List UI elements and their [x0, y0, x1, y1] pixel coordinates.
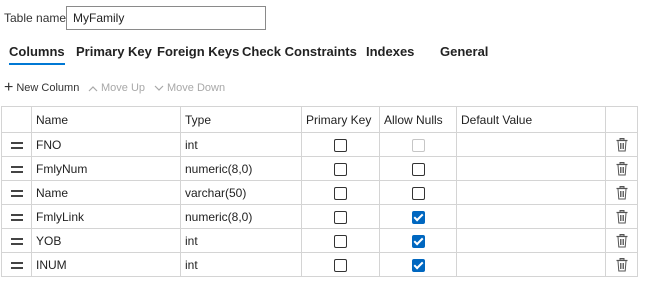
- column-type-cell[interactable]: int: [180, 132, 302, 157]
- column-name-cell[interactable]: YOB: [31, 228, 181, 253]
- default-value-cell[interactable]: [456, 252, 606, 277]
- allow-nulls-checkbox[interactable]: [411, 258, 425, 272]
- move-up-label: Move Up: [101, 82, 146, 94]
- tab-general[interactable]: General: [440, 44, 488, 59]
- column-name-cell[interactable]: INUM: [31, 252, 181, 277]
- delete-cell: [605, 204, 638, 229]
- tab-columns[interactable]: Columns: [9, 44, 65, 65]
- row-drag-handle[interactable]: [1, 252, 32, 277]
- table-name-label: Table name: [4, 11, 67, 25]
- grid-header-row: Name Type Primary Key Allow Nulls Defaul…: [1, 106, 638, 133]
- delete-cell: [605, 252, 638, 277]
- chevron-up-icon: [88, 85, 98, 91]
- delete-cell: [605, 228, 638, 253]
- primary-key-cell: [301, 252, 380, 277]
- column-name-cell[interactable]: FmlyNum: [31, 156, 181, 181]
- primary-key-cell: [301, 156, 380, 181]
- drag-handle-icon: [10, 141, 23, 149]
- primary-key-cell: [301, 228, 380, 253]
- column-type-cell[interactable]: int: [180, 252, 302, 277]
- primary-key-cell: [301, 180, 380, 205]
- header-actions: [605, 106, 638, 133]
- tab-primary-key[interactable]: Primary Key: [76, 44, 152, 59]
- table-row[interactable]: FmlyNum numeric(8,0): [1, 156, 638, 181]
- primary-key-checkbox[interactable]: [334, 210, 347, 224]
- header-allow-nulls[interactable]: Allow Nulls: [379, 106, 457, 133]
- allow-nulls-checkbox[interactable]: [411, 210, 425, 224]
- tab-check-constraints[interactable]: Check Constraints: [242, 44, 357, 59]
- primary-key-cell: [301, 132, 380, 157]
- trash-icon[interactable]: [616, 185, 628, 200]
- default-value-cell[interactable]: [456, 204, 606, 229]
- move-down-button[interactable]: Move Down: [154, 82, 225, 94]
- row-drag-handle[interactable]: [1, 204, 32, 229]
- move-up-button[interactable]: Move Up: [88, 82, 145, 94]
- primary-key-checkbox[interactable]: [334, 234, 347, 248]
- header-default-value[interactable]: Default Value: [456, 106, 606, 133]
- row-drag-handle[interactable]: [1, 228, 32, 253]
- column-name-cell[interactable]: FmlyLink: [31, 204, 181, 229]
- header-type[interactable]: Type: [180, 106, 302, 133]
- table-row[interactable]: YOB int: [1, 228, 638, 253]
- row-drag-handle[interactable]: [1, 156, 32, 181]
- allow-nulls-cell: [379, 204, 457, 229]
- delete-cell: [605, 156, 638, 181]
- allow-nulls-cell: [379, 132, 457, 157]
- header-handle: [1, 106, 32, 133]
- primary-key-cell: [301, 204, 380, 229]
- column-name-cell[interactable]: FNO: [31, 132, 181, 157]
- drag-handle-icon: [10, 237, 23, 245]
- drag-handle-icon: [10, 213, 23, 221]
- allow-nulls-checkbox[interactable]: [411, 234, 425, 248]
- allow-nulls-cell: [379, 252, 457, 277]
- default-value-cell[interactable]: [456, 180, 606, 205]
- table-row[interactable]: FNO int: [1, 132, 638, 157]
- column-type-cell[interactable]: numeric(8,0): [180, 204, 302, 229]
- drag-handle-icon: [10, 261, 23, 269]
- column-type-cell[interactable]: int: [180, 228, 302, 253]
- table-row[interactable]: Name varchar(50): [1, 180, 638, 205]
- primary-key-checkbox[interactable]: [334, 162, 347, 176]
- plus-icon: +: [4, 79, 14, 96]
- allow-nulls-cell: [379, 156, 457, 181]
- trash-icon[interactable]: [616, 161, 628, 176]
- table-row[interactable]: FmlyLink numeric(8,0): [1, 204, 638, 229]
- tab-indexes[interactable]: Indexes: [366, 44, 414, 59]
- column-type-cell[interactable]: numeric(8,0): [180, 156, 302, 181]
- trash-icon[interactable]: [616, 209, 628, 224]
- header-name[interactable]: Name: [31, 106, 181, 133]
- drag-handle-icon: [10, 165, 23, 173]
- trash-icon[interactable]: [616, 233, 628, 248]
- default-value-cell[interactable]: [456, 156, 606, 181]
- chevron-down-icon: [154, 85, 164, 91]
- primary-key-checkbox[interactable]: [334, 258, 347, 272]
- trash-icon[interactable]: [616, 257, 628, 272]
- columns-grid: Name Type Primary Key Allow Nulls Defaul…: [1, 106, 638, 277]
- tab-foreign-keys[interactable]: Foreign Keys: [157, 44, 239, 59]
- delete-cell: [605, 180, 638, 205]
- table-name-input[interactable]: [66, 6, 266, 30]
- default-value-cell[interactable]: [456, 132, 606, 157]
- allow-nulls-checkbox[interactable]: [411, 162, 425, 176]
- column-type-cell[interactable]: varchar(50): [180, 180, 302, 205]
- drag-handle-icon: [10, 189, 23, 197]
- column-name-cell[interactable]: Name: [31, 180, 181, 205]
- allow-nulls-cell: [379, 228, 457, 253]
- new-column-label: New Column: [16, 82, 80, 94]
- row-drag-handle[interactable]: [1, 132, 32, 157]
- delete-cell: [605, 132, 638, 157]
- trash-icon[interactable]: [616, 137, 628, 152]
- allow-nulls-checkbox: [411, 138, 425, 152]
- row-drag-handle[interactable]: [1, 180, 32, 205]
- table-row[interactable]: INUM int: [1, 252, 638, 277]
- primary-key-checkbox[interactable]: [334, 186, 347, 200]
- default-value-cell[interactable]: [456, 228, 606, 253]
- primary-key-checkbox[interactable]: [334, 138, 347, 152]
- allow-nulls-checkbox[interactable]: [411, 186, 425, 200]
- new-column-button[interactable]: + New Column: [4, 79, 80, 96]
- allow-nulls-cell: [379, 180, 457, 205]
- header-primary-key[interactable]: Primary Key: [301, 106, 380, 133]
- move-down-label: Move Down: [167, 82, 226, 94]
